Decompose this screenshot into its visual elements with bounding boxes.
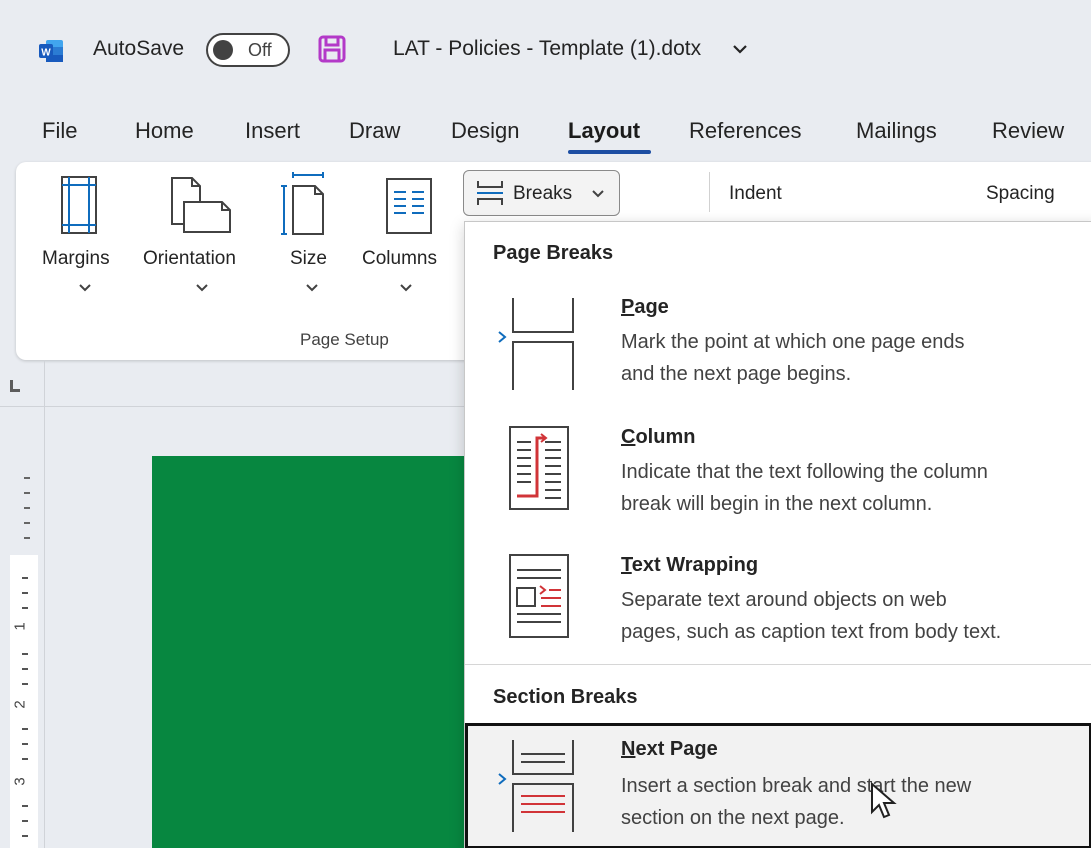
ruler-tick	[24, 492, 30, 494]
ruler-tick	[24, 537, 30, 539]
breaks-chevron-icon	[592, 190, 604, 198]
ruler-tick	[24, 507, 30, 509]
text-wrapping-desc-line1: Separate text around objects on web	[621, 589, 947, 611]
word-logo-icon[interactable]: W	[38, 38, 64, 64]
page-break-title-rest: age	[634, 296, 669, 318]
columns-chevron-icon	[400, 284, 412, 292]
ribbon-tabs: File Home Insert Draw Design Layout Refe…	[0, 104, 1091, 160]
breaks-icon	[477, 181, 503, 205]
size-chevron-icon	[306, 284, 318, 292]
next-page-desc-line2: section on the next page.	[621, 807, 845, 829]
active-tab-indicator	[568, 150, 651, 154]
ruler-tick	[22, 607, 28, 609]
next-page-title: Next Page	[621, 738, 718, 761]
tab-home[interactable]: Home	[135, 118, 194, 144]
ruler-tick	[22, 743, 28, 745]
ruler-tick	[22, 683, 28, 685]
ruler-tick	[22, 820, 28, 822]
ruler-tick	[22, 728, 28, 730]
document-page-green-cover[interactable]	[152, 456, 472, 848]
orientation-chevron-icon	[196, 284, 208, 292]
page-setup-group-label: Page Setup	[300, 330, 389, 349]
ruler-tick	[24, 522, 30, 524]
indent-label: Indent	[729, 183, 782, 204]
menu-item-page-break[interactable]: Page Mark the point at which one page en…	[465, 296, 1091, 422]
orientation-label: Orientation	[143, 248, 236, 269]
chevron-down-icon[interactable]	[733, 44, 747, 54]
tab-draw[interactable]: Draw	[349, 118, 400, 144]
text-wrapping-desc-line2: pages, such as caption text from body te…	[621, 621, 1002, 643]
column-break-desc-line2: break will begin in the next column.	[621, 493, 933, 515]
text-wrapping-title-rest: ext Wrapping	[631, 554, 759, 576]
margins-chevron-icon	[79, 284, 91, 292]
ruler-tick	[22, 577, 28, 579]
menu-separator	[465, 664, 1091, 665]
text-wrapping-title: Text Wrapping	[621, 554, 758, 577]
column-break-icon	[509, 426, 569, 510]
next-page-break-icon	[498, 740, 574, 832]
menu-item-column-break[interactable]: Column Indicate that the text following …	[465, 426, 1091, 552]
next-page-accel: N	[621, 738, 636, 760]
tab-insert[interactable]: Insert	[245, 118, 300, 144]
columns-label: Columns	[362, 248, 437, 269]
tab-review[interactable]: Review	[992, 118, 1064, 144]
ruler-tick	[22, 758, 28, 760]
ruler-tick	[22, 805, 28, 807]
size-icon	[281, 172, 324, 235]
columns-icon	[386, 178, 432, 234]
ruler-tick	[22, 835, 28, 837]
page-break-desc-line1: Mark the point at which one page ends	[621, 331, 965, 353]
ruler-number: 1	[11, 622, 29, 631]
ruler-tick	[22, 592, 28, 594]
page-break-desc-line2: and the next page begins.	[621, 363, 852, 385]
page-break-title: Page	[621, 296, 669, 319]
page-break-accel: P	[621, 296, 635, 318]
tab-file[interactable]: File	[42, 118, 77, 144]
orientation-icon	[171, 177, 231, 233]
ruler-tick	[24, 477, 30, 479]
ruler-tick	[22, 653, 28, 655]
vertical-divider	[44, 360, 45, 848]
svg-text:W: W	[41, 48, 51, 59]
column-break-desc-line1: Indicate that the text following the col…	[621, 461, 988, 483]
autosave-label: AutoSave	[93, 37, 185, 60]
breaks-label: Breaks	[513, 183, 573, 204]
column-break-title: Column	[621, 426, 695, 449]
mouse-pointer-icon	[871, 782, 897, 819]
tab-design[interactable]: Design	[451, 118, 519, 144]
column-break-title-rest: olumn	[635, 426, 696, 448]
text-wrapping-icon	[509, 554, 569, 638]
ruler-number: 3	[11, 777, 29, 786]
breaks-dropdown-menu: Page Breaks Page Mark the point at which…	[464, 221, 1091, 848]
tab-layout[interactable]: Layout	[568, 118, 640, 144]
ruler-tick	[22, 668, 28, 670]
toggle-knob	[213, 40, 233, 60]
autosave-toggle[interactable]: Off	[206, 33, 290, 67]
title-bar: W AutoSave Off LAT - Policies - Template…	[0, 0, 1091, 104]
toggle-state-label: Off	[248, 40, 272, 60]
menu-item-next-page-break[interactable]: Next Page Insert a section break and sta…	[465, 723, 1091, 848]
ruler-number: 2	[11, 700, 29, 709]
spacing-label: Spacing	[986, 183, 1055, 204]
margins-label: Margins	[42, 248, 110, 269]
margins-icon	[61, 176, 97, 234]
tab-references[interactable]: References	[689, 118, 802, 144]
tab-mailings[interactable]: Mailings	[856, 118, 937, 144]
page-break-icon	[498, 298, 574, 390]
menu-item-text-wrapping-break[interactable]: Text Wrapping Separate text around objec…	[465, 554, 1091, 680]
next-page-desc-line1: Insert a section break and start the new	[621, 775, 972, 797]
next-page-title-rest: ext Page	[635, 738, 718, 760]
breaks-button[interactable]: Breaks	[463, 170, 620, 216]
section-breaks-header: Section Breaks	[493, 686, 638, 708]
document-title[interactable]: LAT - Policies - Template (1).dotx	[393, 37, 701, 61]
page-breaks-header: Page Breaks	[493, 242, 614, 264]
tab-selector-icon[interactable]	[10, 380, 20, 392]
horizontal-divider	[0, 406, 470, 407]
ribbon-separator	[709, 172, 710, 212]
size-label: Size	[290, 248, 327, 269]
text-wrapping-accel: T	[621, 554, 632, 576]
vertical-ruler[interactable]: 1 2 3	[10, 555, 38, 848]
column-break-accel: C	[621, 426, 636, 448]
save-icon[interactable]	[318, 35, 346, 63]
